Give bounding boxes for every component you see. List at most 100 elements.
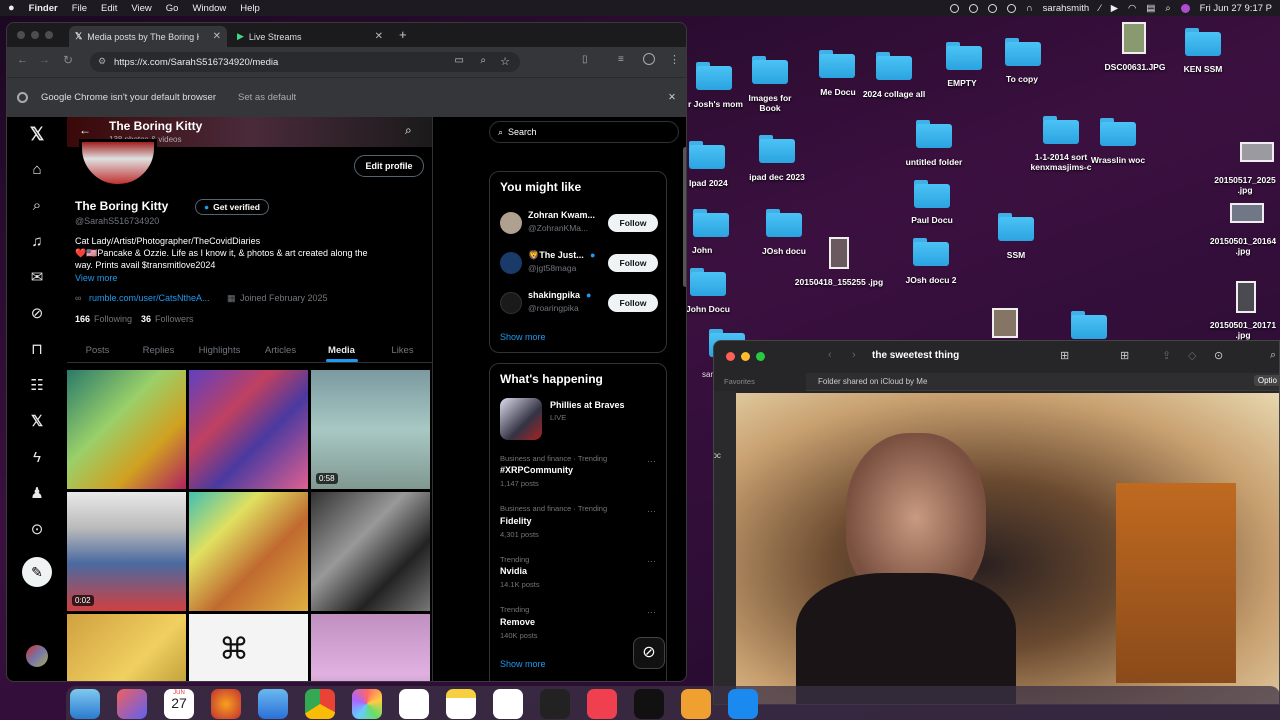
follow-button[interactable]: Follow: [608, 214, 658, 232]
menu-edit[interactable]: Edit: [101, 3, 117, 14]
folder-icon[interactable]: [766, 209, 802, 237]
folder-label[interactable]: JOsh docu: [746, 246, 822, 256]
edit-profile-button[interactable]: Edit profile: [354, 155, 424, 177]
group-icon[interactable]: ⊞: [1120, 349, 1129, 362]
folder-label[interactable]: JOsh docu 2: [894, 275, 968, 285]
file-label[interactable]: 20150418_155255 .jpg: [794, 277, 884, 287]
spotlight-icon[interactable]: ⌕: [1165, 3, 1170, 14]
window-controls[interactable]: [726, 352, 765, 361]
window-controls[interactable]: [17, 31, 53, 39]
folder-icon[interactable]: [1100, 118, 1136, 146]
folder-icon[interactable]: [696, 62, 732, 90]
tab-media[interactable]: Media: [311, 339, 372, 362]
folder-icon[interactable]: [1185, 28, 1221, 56]
media-item[interactable]: [311, 492, 430, 611]
folder-icon[interactable]: [759, 135, 795, 163]
search-icon[interactable]: ⌕: [26, 195, 48, 217]
profile-icon[interactable]: [643, 53, 655, 65]
tab-articles[interactable]: Articles: [250, 339, 311, 362]
folder-label[interactable]: r Josh's mom: [688, 99, 748, 109]
tab-likes[interactable]: Likes: [372, 339, 432, 362]
scrollbar[interactable]: [683, 147, 686, 287]
followers-link[interactable]: 36 Followers: [141, 314, 194, 324]
zoom-window-button[interactable]: [756, 352, 765, 361]
menu-finder[interactable]: Finder: [29, 3, 58, 14]
messages-icon[interactable]: ✉: [26, 267, 48, 289]
more-options-icon[interactable]: ···: [647, 607, 656, 617]
kebab-menu-icon[interactable]: ⋮: [669, 53, 680, 66]
news-icon[interactable]: [587, 689, 617, 719]
folder-icon[interactable]: [1071, 311, 1107, 339]
follow-button[interactable]: Follow: [608, 254, 658, 272]
view-more-link[interactable]: View more: [75, 273, 117, 283]
profile-icon[interactable]: ♟: [26, 483, 48, 505]
avatar[interactable]: [500, 252, 522, 274]
account-avatar[interactable]: [26, 645, 48, 667]
close-tab-icon[interactable]: ✕: [375, 31, 383, 42]
reload-icon[interactable]: ↻: [63, 53, 73, 67]
image-thumbnail[interactable]: [1122, 22, 1146, 54]
media-item[interactable]: [67, 614, 186, 681]
following-link[interactable]: 166 Following: [75, 314, 132, 324]
extensions-icon[interactable]: ≡: [618, 54, 624, 65]
folder-icon[interactable]: [998, 213, 1034, 241]
google-drive-icon[interactable]: [399, 689, 429, 719]
more-icon[interactable]: ⊙: [26, 519, 48, 541]
cast-icon[interactable]: ▭: [455, 55, 464, 66]
chrome-app-icon[interactable]: [305, 689, 335, 719]
folder-label[interactable]: John Docu: [686, 304, 736, 314]
image-thumbnail[interactable]: [829, 237, 849, 269]
app-store-icon[interactable]: [728, 689, 758, 719]
menubar-user[interactable]: sarahsmith: [1043, 3, 1089, 14]
image-thumbnail[interactable]: [1230, 203, 1264, 223]
profile-link[interactable]: rumble.com/user/CatsNtheA...: [89, 293, 210, 303]
menu-help[interactable]: Help: [240, 3, 260, 14]
menu-view[interactable]: View: [131, 3, 151, 14]
folder-label[interactable]: untitled folder: [896, 157, 972, 167]
communities-icon[interactable]: ☷: [26, 375, 48, 397]
x-logo-icon[interactable]: 𝕏: [26, 123, 48, 145]
search-input[interactable]: ⌕ Search: [489, 121, 679, 143]
folder-label[interactable]: Wrasslin woc: [1084, 155, 1152, 165]
file-label[interactable]: 20150501_20171 .jpg: [1206, 320, 1280, 340]
media-item[interactable]: ⌘: [189, 614, 308, 681]
menu-window[interactable]: Window: [192, 3, 226, 14]
set-default-button[interactable]: Set as default: [238, 92, 296, 103]
menu-go[interactable]: Go: [166, 3, 179, 14]
grok-floating-icon[interactable]: ⊘: [633, 637, 665, 669]
folder-label[interactable]: KEN SSM: [1166, 64, 1240, 74]
event-title[interactable]: Phillies at Braves: [550, 400, 625, 410]
folder-icon[interactable]: [690, 268, 726, 296]
firefox-icon[interactable]: [211, 689, 241, 719]
folder-icon[interactable]: [913, 238, 949, 266]
bookmark-star-icon[interactable]: ☆: [500, 55, 510, 68]
screen-icon[interactable]: [1006, 3, 1016, 13]
side-panel-icon[interactable]: ▯: [582, 54, 588, 65]
bookmarks-icon[interactable]: ⊓: [26, 339, 48, 361]
pages-icon[interactable]: [681, 689, 711, 719]
tab-media-posts[interactable]: 𝕏 Media posts by The Boring K ✕: [69, 26, 227, 47]
folder-label[interactable]: To copy: [990, 74, 1054, 84]
grok-icon[interactable]: ⊘: [26, 303, 48, 325]
home-icon[interactable]: ⌂: [26, 159, 48, 181]
options-button[interactable]: Optio: [1253, 375, 1279, 386]
more-options-icon[interactable]: ···: [647, 506, 656, 516]
trend-name[interactable]: Remove: [500, 617, 535, 627]
search-icon[interactable]: ⌕: [1270, 349, 1276, 362]
folder-label[interactable]: 2024 collage all: [846, 89, 942, 99]
folder-icon[interactable]: [693, 209, 729, 237]
obs-icon[interactable]: [540, 689, 570, 719]
more-options-icon[interactable]: ···: [647, 456, 656, 466]
file-label[interactable]: 20150517_2025 .jpg: [1210, 175, 1280, 195]
new-tab-icon[interactable]: +: [399, 27, 407, 42]
suggestion-name[interactable]: Zohran Kwam...: [528, 210, 595, 220]
close-window-button[interactable]: [726, 352, 735, 361]
folder-icon[interactable]: [1043, 116, 1079, 144]
file-label[interactable]: 20150501_20164 .jpg: [1206, 236, 1280, 256]
search-icon[interactable]: ⌕: [405, 123, 412, 138]
zoom-icon[interactable]: ⌕: [480, 55, 486, 66]
media-item[interactable]: 0:02: [67, 492, 186, 611]
minimize-window-button[interactable]: [741, 352, 750, 361]
forward-icon[interactable]: ›: [852, 349, 856, 361]
suggestion-name[interactable]: shakingpika: [528, 290, 580, 300]
